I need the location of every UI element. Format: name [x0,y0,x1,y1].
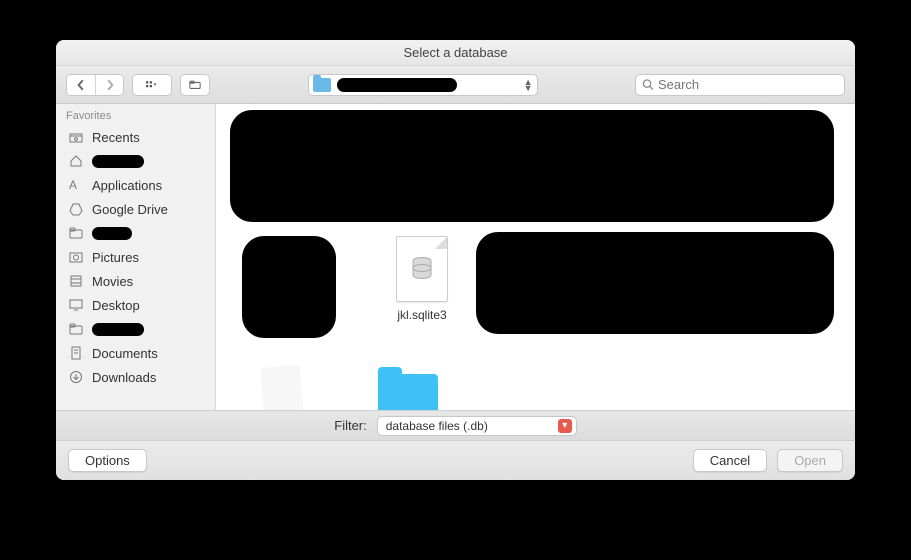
redacted-area [476,232,834,334]
view-mode-button[interactable] [133,75,171,95]
pictures-icon [68,249,84,265]
svg-text:A: A [69,178,77,192]
open-button[interactable]: Open [777,449,843,472]
documents-icon [68,345,84,361]
sidebar-item-label: Google Drive [92,202,168,217]
filter-bar: Filter: database files (.db) ▾ [56,410,855,440]
sidebar-item-movies[interactable]: Movies [56,269,215,293]
cancel-button[interactable]: Cancel [693,449,767,472]
toolbar: ▲▼ [56,66,855,104]
applications-icon: A [68,177,84,193]
group-segment [180,74,210,96]
sidebar-item-pictures[interactable]: Pictures [56,245,215,269]
downloads-icon [68,369,84,385]
footer: Options Cancel Open [56,440,855,480]
sidebar-item-downloads[interactable]: Downloads [56,365,215,389]
folder-icon [313,78,331,92]
redacted-item [242,236,336,338]
window-title: Select a database [403,45,507,60]
sidebar-item-documents[interactable]: Documents [56,341,215,365]
path-popup[interactable]: ▲▼ [308,74,538,96]
redacted-area [230,110,834,222]
sidebar-item-desktop[interactable]: Desktop [56,293,215,317]
sidebar-item-home[interactable] [56,149,215,173]
sidebar-item-label: Movies [92,274,133,289]
sidebar-item-label-redacted [92,323,144,336]
chevron-right-icon [104,79,116,91]
sidebar-item-label-redacted [92,155,144,168]
partial-folder-icon[interactable] [378,374,438,410]
nav-segment [66,74,124,96]
path-label-redacted [337,78,457,92]
folder-outline-icon [189,79,201,91]
movies-icon [68,273,84,289]
filter-label: Filter: [334,418,367,433]
filter-value: database files (.db) [386,419,488,433]
body: Favorites Recents A Applications [56,104,855,410]
search-input[interactable] [658,77,838,92]
sidebar-section-title: Favorites [56,104,215,125]
file-open-dialog: Select a database [56,40,855,480]
partial-file-icon[interactable] [260,364,304,410]
desktop-icon [68,297,84,313]
sidebar-item-label: Applications [92,178,162,193]
back-button[interactable] [67,75,95,95]
sidebar-item-label: Recents [92,130,140,145]
recents-icon [68,129,84,145]
search-field[interactable] [635,74,845,96]
sidebar-item-label: Downloads [92,370,156,385]
folder-icon [68,321,84,337]
file-item-jkl[interactable]: jkl.sqlite3 [372,236,472,322]
group-button[interactable] [181,75,209,95]
gdrive-icon [68,201,84,217]
sidebar-item-label-redacted [92,227,132,240]
sidebar-item-folder1[interactable] [56,221,215,245]
folder-icon [68,225,84,241]
sidebar-item-applications[interactable]: A Applications [56,173,215,197]
search-icon [642,78,654,91]
sidebar: Favorites Recents A Applications [56,104,216,410]
sidebar-item-label: Documents [92,346,158,361]
database-icon [408,255,436,283]
sidebar-item-googledrive[interactable]: Google Drive [56,197,215,221]
forward-button[interactable] [95,75,123,95]
sidebar-item-folder2[interactable] [56,317,215,341]
grid-icon [146,79,158,91]
document-icon [396,236,448,302]
file-label: jkl.sqlite3 [397,308,446,322]
view-segment [132,74,172,96]
sidebar-item-label: Desktop [92,298,140,313]
home-icon [68,153,84,169]
sidebar-item-label: Pictures [92,250,139,265]
chevron-left-icon [75,79,87,91]
filter-select[interactable]: database files (.db) ▾ [377,416,577,436]
title-bar: Select a database [56,40,855,66]
options-button[interactable]: Options [68,449,147,472]
dropdown-caret-icon: ▾ [558,419,572,433]
sidebar-item-recents[interactable]: Recents [56,125,215,149]
up-down-caret-icon: ▲▼ [524,79,533,91]
file-browser[interactable]: jkl.sqlite3 [216,104,855,410]
